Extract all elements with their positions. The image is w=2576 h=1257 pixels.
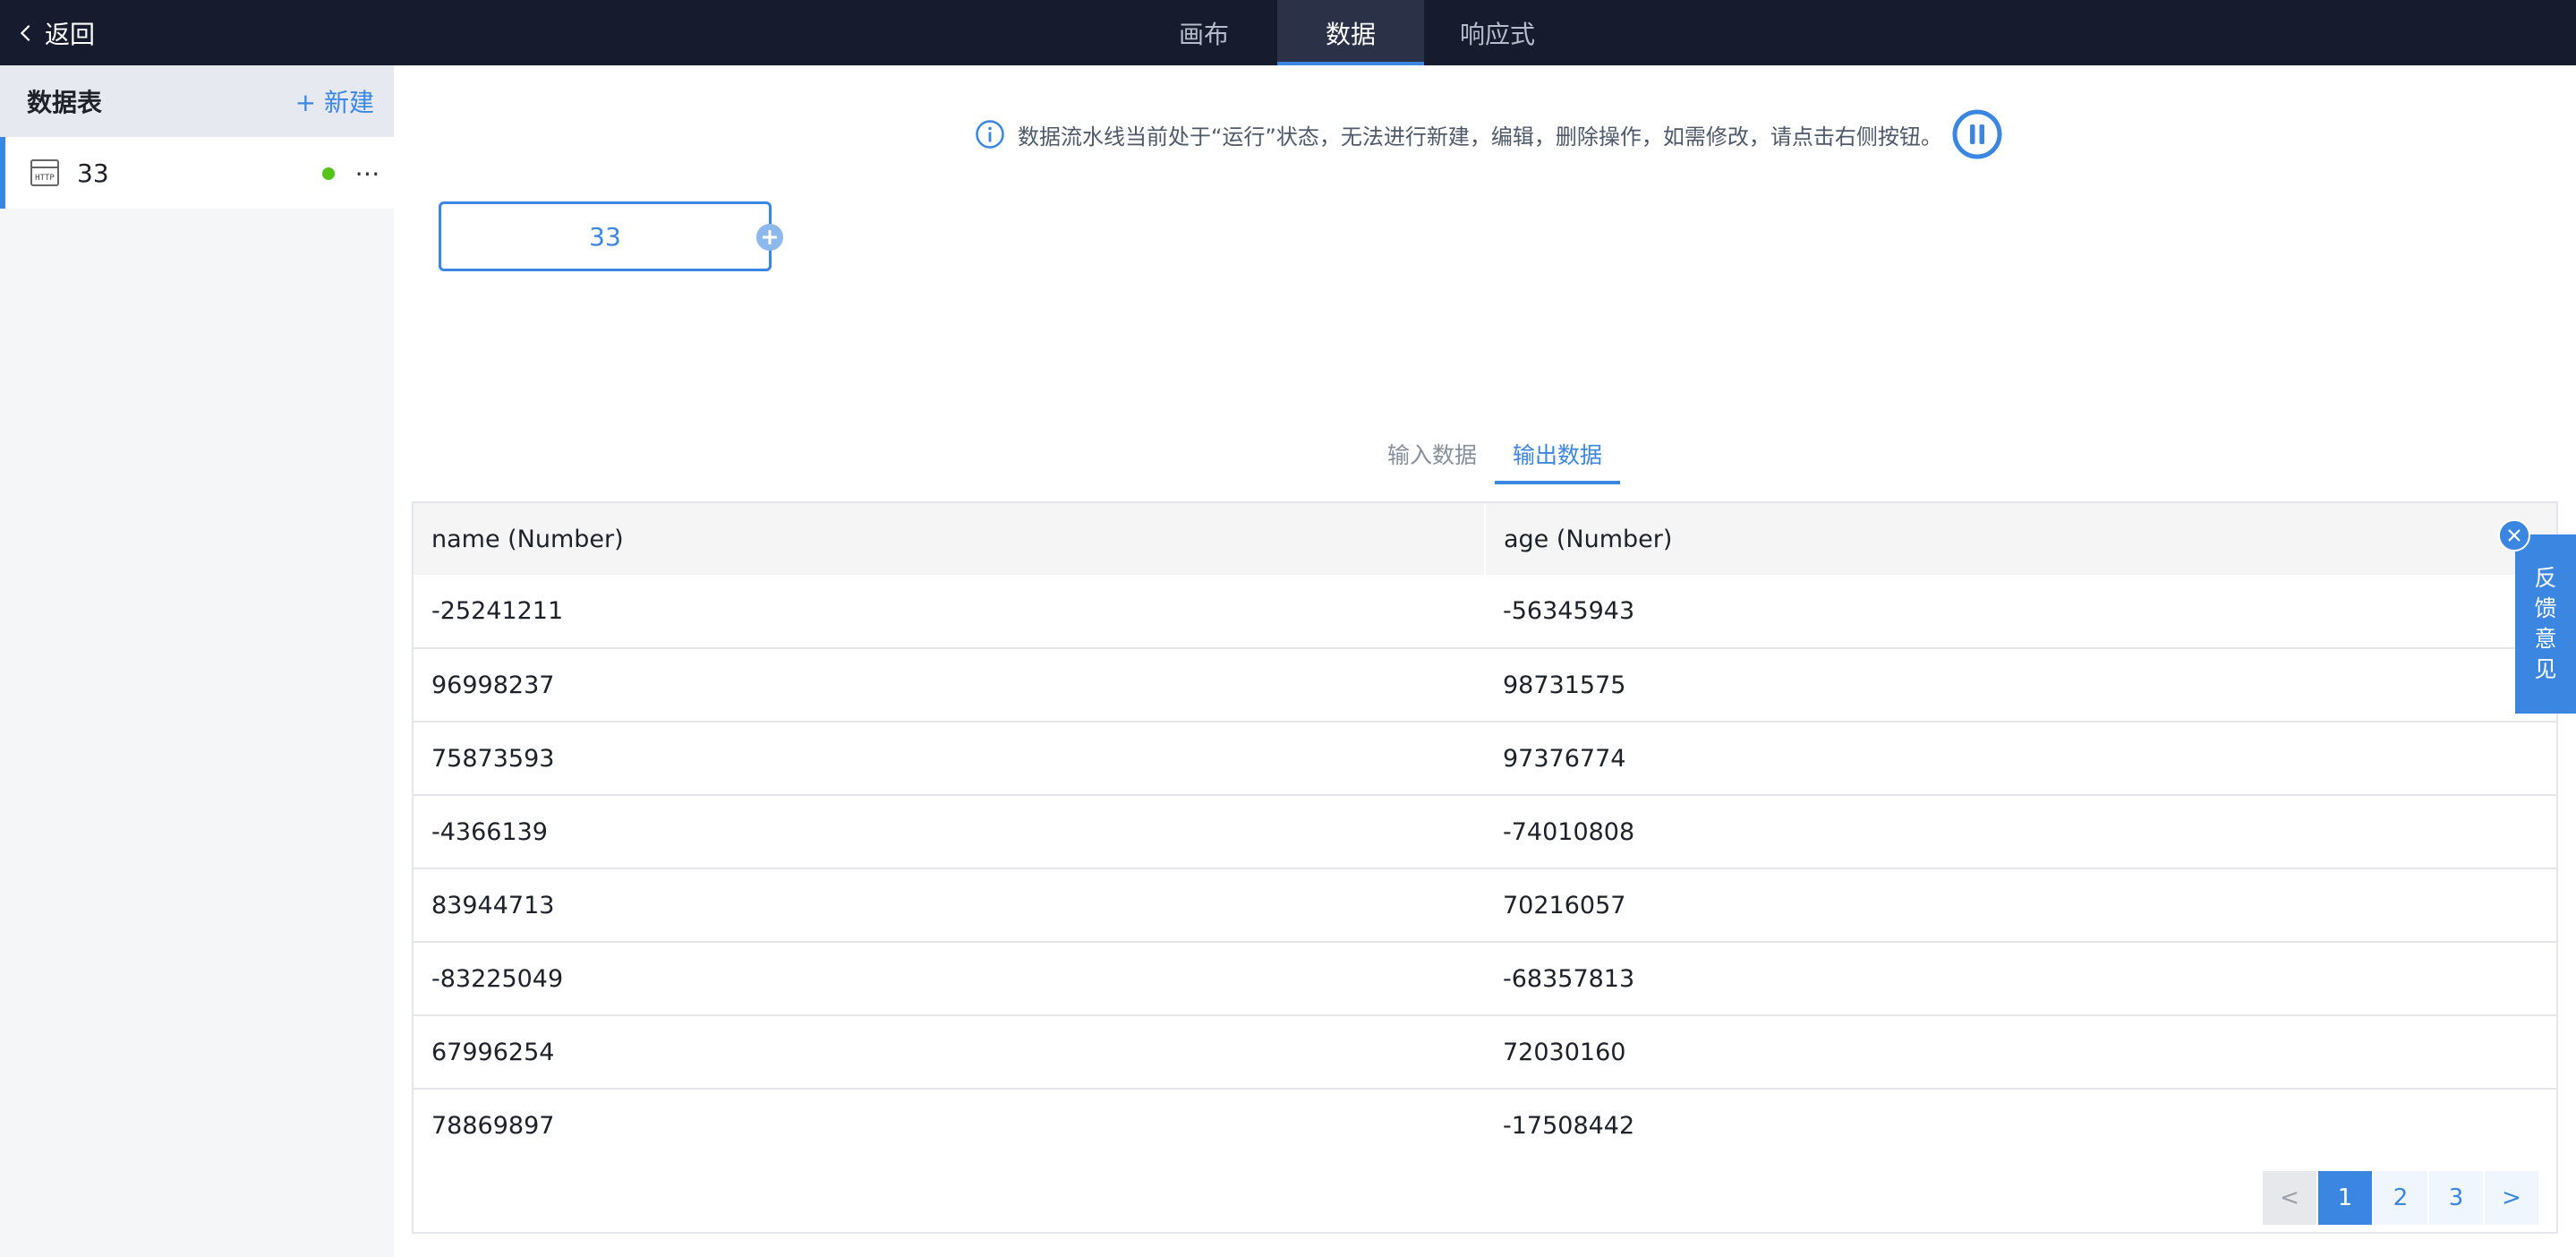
- close-icon[interactable]: [2497, 518, 2531, 552]
- prev-page-button[interactable]: <: [2263, 1171, 2316, 1225]
- table-cell: 70216057: [1485, 868, 2556, 943]
- next-page-button[interactable]: >: [2485, 1171, 2538, 1225]
- sidebar-item-33[interactable]: HTTP 33 ⋯: [0, 137, 394, 209]
- more-icon[interactable]: ⋯: [354, 155, 381, 191]
- back-button[interactable]: 返回: [16, 0, 95, 65]
- table-row: 75873593 97376774: [414, 722, 2556, 796]
- table-cell: 98731575: [1485, 648, 2556, 723]
- back-label: 返回: [45, 19, 96, 49]
- tab-canvas[interactable]: 画布: [1130, 0, 1277, 65]
- table-row: 78869897 -17508442: [414, 1089, 2556, 1162]
- main-panel: 数据流水线当前处于“运行”状态，无法进行新建，编辑，删除操作，如需修改，请点击右…: [394, 65, 2576, 1257]
- tab-output-data[interactable]: 输出数据: [1495, 423, 1621, 484]
- table-cell: -83225049: [414, 942, 1485, 1016]
- data-table: name (Number) age (Number) -25241211 -56…: [414, 503, 2556, 1162]
- table-cell: 83944713: [414, 868, 1485, 943]
- table-cell: 97376774: [1485, 722, 2556, 796]
- sidebar: 数据表 + 新建 HTTP 33 ⋯: [0, 65, 394, 1257]
- table-cell: 78869897: [431, 1112, 555, 1140]
- table-cell: 67996254: [414, 1015, 1485, 1090]
- new-table-button[interactable]: + 新建: [295, 83, 374, 119]
- sidebar-item-label: 33: [77, 158, 109, 188]
- table-row: 67996254 72030160: [414, 1015, 2556, 1090]
- node-label: 33: [589, 221, 621, 252]
- table-cell: -4366139: [414, 795, 1485, 869]
- table-cell: -68357813: [1485, 942, 2556, 1016]
- feedback-char: 馈: [2534, 595, 2557, 621]
- feedback-char: 反: [2534, 565, 2557, 591]
- tab-input-data-label: 输入数据: [1387, 442, 1478, 468]
- table-cell: 75873593: [414, 722, 1485, 796]
- sidebar-title: 数据表: [27, 88, 103, 117]
- feedback-button[interactable]: 反 馈 意 见: [2515, 534, 2576, 714]
- table-cell: -25241211: [414, 575, 1485, 649]
- table-row: 83944713 70216057: [414, 868, 2556, 943]
- tab-data[interactable]: 数据: [1277, 0, 1424, 65]
- page-button-3[interactable]: 3: [2429, 1171, 2483, 1225]
- feedback-char: 见: [2534, 656, 2557, 682]
- status-dot: [322, 167, 335, 180]
- tab-output-data-label: 输出数据: [1513, 442, 1603, 468]
- data-tabs: 输入数据 输出数据: [1369, 423, 1621, 484]
- table-cell: -56345943: [1485, 575, 2556, 649]
- info-icon: [976, 120, 1004, 149]
- pipeline-node[interactable]: 33: [439, 201, 772, 271]
- pagination: < 1 2 3 >: [2263, 1171, 2538, 1225]
- column-header-age: age (Number): [1484, 503, 2556, 575]
- table-cell: 72030160: [1485, 1015, 2556, 1090]
- tab-data-label: 数据: [1325, 19, 1376, 49]
- pause-button[interactable]: [1951, 108, 2003, 160]
- top-bar: 返回 画布 数据 响应式: [0, 0, 2576, 65]
- output-data-table: name (Number) age (Number) -25241211 -56…: [412, 501, 2558, 1234]
- view-tabs: 画布 数据 响应式: [1130, 0, 1571, 65]
- tab-responsive-label: 响应式: [1459, 19, 1535, 49]
- table-header-row: name (Number) age (Number): [414, 503, 2556, 575]
- column-header-name: name (Number): [414, 503, 1485, 575]
- table-row: -4366139 -74010808: [414, 795, 2556, 869]
- page-button-2[interactable]: 2: [2374, 1171, 2427, 1225]
- table-row: -25241211 -56345943: [414, 575, 2556, 649]
- tab-canvas-label: 画布: [1178, 19, 1229, 49]
- pipeline-notice: 数据流水线当前处于“运行”状态，无法进行新建，编辑，删除操作，如需修改，请点击右…: [975, 108, 2003, 160]
- tab-responsive[interactable]: 响应式: [1424, 0, 1571, 65]
- sidebar-header: 数据表 + 新建: [0, 65, 394, 137]
- table-cell: 96998237: [414, 648, 1485, 723]
- table-cell: -17508442: [1503, 1112, 1635, 1140]
- chevron-left-icon: [20, 24, 30, 41]
- feedback-char: 意: [2534, 626, 2557, 652]
- plus-icon[interactable]: [755, 223, 784, 252]
- tab-input-data[interactable]: 输入数据: [1369, 423, 1495, 484]
- http-icon: HTTP: [30, 159, 59, 186]
- notice-text: 数据流水线当前处于“运行”状态，无法进行新建，编辑，删除操作，如需修改，请点击右…: [1018, 124, 1942, 150]
- table-row: -83225049 -68357813: [414, 942, 2556, 1016]
- table-cell: -74010808: [1485, 795, 2556, 869]
- page-button-1[interactable]: 1: [2318, 1171, 2372, 1225]
- table-row: 96998237 98731575: [414, 648, 2556, 723]
